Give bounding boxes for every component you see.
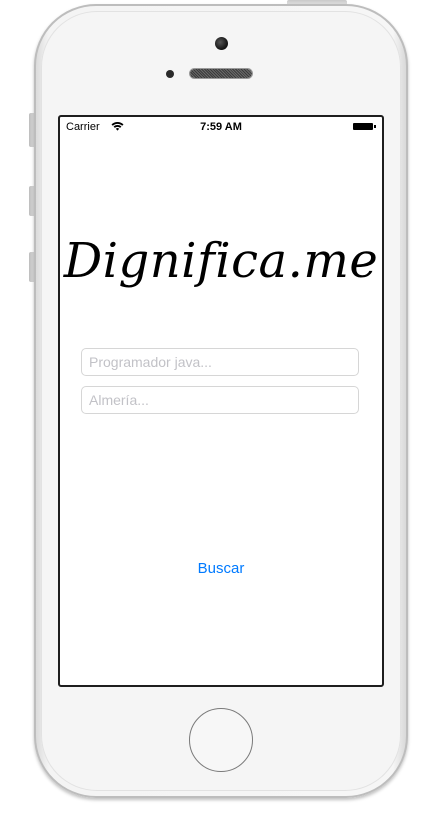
battery-tip-icon xyxy=(374,125,376,128)
proximity-sensor-icon xyxy=(166,70,174,78)
app-logo: Dignifica.me xyxy=(63,233,379,289)
phone-screen: Carrier 7:59 AM Dignifica.me Buscar xyxy=(58,115,384,687)
home-button[interactable] xyxy=(189,708,253,772)
search-button[interactable]: Buscar xyxy=(170,557,272,579)
front-camera-icon xyxy=(215,37,228,50)
status-bar: Carrier 7:59 AM xyxy=(60,117,382,137)
device-mockup: Carrier 7:59 AM Dignifica.me Buscar xyxy=(0,0,435,820)
job-search-input[interactable] xyxy=(81,348,359,376)
status-time: 7:59 AM xyxy=(200,121,242,133)
location-search-input[interactable] xyxy=(81,386,359,414)
battery-icon xyxy=(353,123,373,130)
earpiece-speaker-icon xyxy=(190,69,252,78)
